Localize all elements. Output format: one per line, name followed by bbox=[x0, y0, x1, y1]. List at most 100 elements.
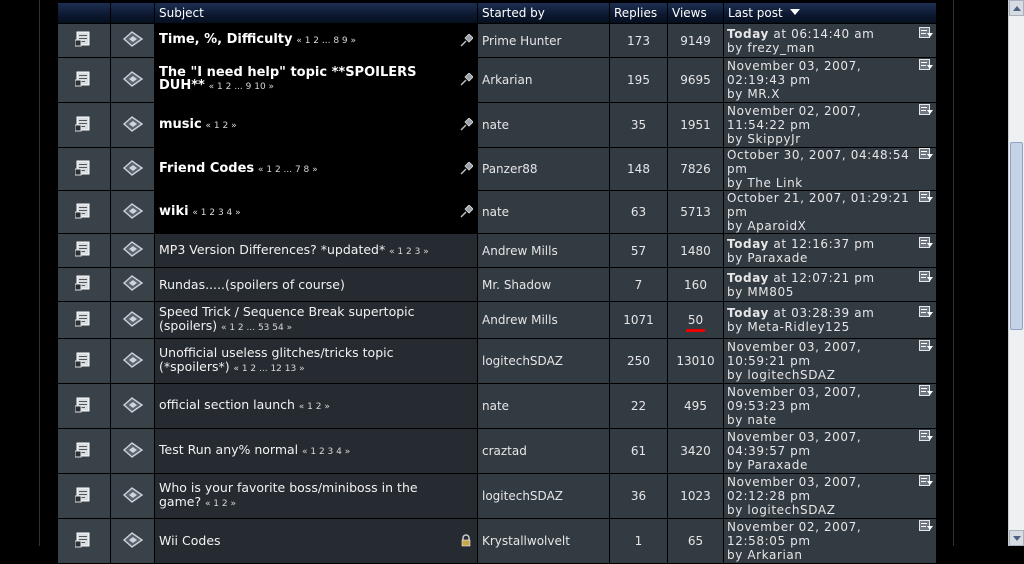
topic-starter-name[interactable]: nate bbox=[482, 399, 509, 413]
topic-row: Rundas.....(spoilers of course) Mr. Shad… bbox=[58, 268, 936, 301]
goto-last-post-icon[interactable] bbox=[919, 191, 933, 204]
topic-starter-name[interactable]: Mr. Shadow bbox=[482, 278, 551, 292]
topic-title-link[interactable]: official section launch bbox=[159, 397, 295, 412]
topic-page-links[interactable]: « 1 2 » bbox=[205, 499, 236, 509]
topic-starter-name[interactable]: logitechSDAZ bbox=[482, 354, 563, 368]
goto-last-post-icon[interactable] bbox=[919, 385, 933, 398]
vertical-scrollbar[interactable] bbox=[1008, 0, 1024, 546]
topic-page-links[interactable]: « 1 2 ... 12 13 » bbox=[233, 364, 304, 374]
last-post-author[interactable]: by The Link bbox=[727, 176, 803, 190]
topic-title-link[interactable]: Test Run any% normal bbox=[159, 442, 298, 457]
topic-starter-name[interactable]: Andrew Mills bbox=[482, 313, 558, 327]
goto-last-post-icon[interactable] bbox=[919, 430, 933, 443]
last-post-author[interactable]: by logitechSDAZ bbox=[727, 503, 836, 517]
goto-last-post-icon[interactable] bbox=[919, 104, 933, 117]
topic-starter[interactable]: Andrew Mills bbox=[478, 234, 609, 267]
topic-last-post: November 03, 2007, 09:53:23 pm by nate bbox=[724, 384, 936, 428]
topic-page-links[interactable]: « 1 2 ... 53 54 » bbox=[221, 323, 292, 333]
topic-icon-cell bbox=[58, 429, 110, 473]
topic-last-post: October 21, 2007, 01:29:21 pm by Aparoid… bbox=[724, 191, 936, 233]
goto-last-post-icon[interactable] bbox=[919, 236, 933, 250]
topic-title-link[interactable]: Time, %, Difficulty bbox=[159, 32, 293, 47]
goto-last-post-icon[interactable] bbox=[919, 26, 933, 40]
last-post-author[interactable]: by nate bbox=[727, 413, 777, 427]
topic-document-icon bbox=[74, 160, 90, 175]
topic-page-links[interactable]: « 1 2 3 4 » bbox=[302, 447, 350, 457]
header-last-post[interactable]: Last post bbox=[724, 3, 936, 23]
goto-last-post-icon[interactable] bbox=[919, 306, 933, 319]
topic-title-link[interactable]: music bbox=[159, 117, 202, 132]
scroll-down-button[interactable] bbox=[1009, 530, 1024, 546]
topic-starter-name[interactable]: craztad bbox=[482, 444, 527, 458]
topic-title-link[interactable]: Who is your favorite boss/miniboss in th… bbox=[159, 480, 418, 509]
header-started-by[interactable]: Started by bbox=[478, 3, 609, 23]
last-post-author[interactable]: by frezy_man bbox=[727, 41, 815, 55]
last-post-author[interactable]: by Arkarian bbox=[727, 548, 803, 562]
topic-page-links[interactable]: « 1 2 3 » bbox=[389, 247, 429, 257]
topic-page-links[interactable]: « 1 2 » bbox=[206, 121, 237, 131]
goto-last-post-icon[interactable] bbox=[919, 270, 933, 284]
topic-last-post: November 03, 2007, 02:12:28 pm by logite… bbox=[724, 474, 936, 518]
last-post-author[interactable]: by AparoidX bbox=[727, 219, 807, 233]
topic-starter[interactable]: nate bbox=[478, 191, 609, 233]
goto-last-post-icon[interactable] bbox=[919, 59, 933, 72]
last-post-author[interactable]: by Paraxade bbox=[727, 251, 808, 265]
topic-page-links[interactable]: « 1 2 » bbox=[299, 402, 330, 412]
topic-views: 13010 bbox=[668, 339, 723, 383]
replies-count: 173 bbox=[627, 33, 650, 48]
topic-title-link[interactable]: Rundas.....(spoilers of course) bbox=[159, 277, 345, 292]
topic-page-links[interactable]: « 1 2 ... 8 9 » bbox=[296, 36, 356, 46]
last-post-author[interactable]: by MM805 bbox=[727, 285, 794, 299]
topic-title-link[interactable]: wiki bbox=[159, 204, 189, 219]
topic-starter-name[interactable]: Panzer88 bbox=[482, 162, 538, 176]
topic-starter-name[interactable]: Arkarian bbox=[482, 73, 532, 87]
topic-starter-name[interactable]: Prime Hunter bbox=[482, 34, 561, 48]
last-post-author[interactable]: by SkippyJr bbox=[727, 132, 801, 146]
last-post-author[interactable]: by Paraxade bbox=[727, 458, 808, 472]
topic-starter[interactable]: Krystallwolvelt bbox=[478, 519, 609, 563]
topic-starter[interactable]: Mr. Shadow bbox=[478, 268, 609, 301]
header-subject[interactable]: Subject bbox=[155, 3, 477, 23]
scroll-thumb[interactable] bbox=[1010, 142, 1023, 330]
topic-starter-name[interactable]: nate bbox=[482, 205, 509, 219]
topic-title-link[interactable]: Friend Codes bbox=[159, 161, 254, 176]
topic-starter-name[interactable]: Andrew Mills bbox=[482, 244, 558, 258]
topic-subject-cell: wiki « 1 2 3 4 » bbox=[155, 191, 477, 233]
topic-starter[interactable]: logitechSDAZ bbox=[478, 474, 609, 518]
goto-last-post-icon[interactable] bbox=[919, 520, 933, 533]
topic-starter[interactable]: craztad bbox=[478, 429, 609, 473]
topic-starter-name[interactable]: nate bbox=[482, 118, 509, 132]
pin-icon bbox=[460, 162, 473, 175]
goto-last-post-icon[interactable] bbox=[919, 475, 933, 488]
topic-starter-name[interactable]: logitechSDAZ bbox=[482, 489, 563, 503]
topic-row: Who is your favorite boss/miniboss in th… bbox=[58, 474, 936, 518]
scroll-down-arrow-icon bbox=[1013, 536, 1021, 541]
topic-starter[interactable]: logitechSDAZ bbox=[478, 339, 609, 383]
topic-starter[interactable]: Arkarian bbox=[478, 58, 609, 102]
goto-last-post-icon[interactable] bbox=[919, 340, 933, 353]
topic-document-icon bbox=[74, 352, 90, 367]
topic-starter[interactable]: Andrew Mills bbox=[478, 302, 609, 338]
topic-starter[interactable]: Panzer88 bbox=[478, 148, 609, 190]
message-arrow-icon bbox=[122, 241, 143, 257]
topic-views: 495 bbox=[668, 384, 723, 428]
pin-icon bbox=[460, 205, 473, 218]
last-post-author[interactable]: by logitechSDAZ bbox=[727, 368, 836, 382]
topic-page-links[interactable]: « 1 2 ... 9 10 » bbox=[209, 82, 274, 92]
scroll-up-button[interactable] bbox=[1009, 0, 1024, 16]
header-views[interactable]: Views bbox=[668, 3, 723, 23]
topic-starter[interactable]: nate bbox=[478, 384, 609, 428]
goto-last-post-icon[interactable] bbox=[919, 148, 933, 161]
header-replies[interactable]: Replies bbox=[610, 3, 667, 23]
topic-page-links[interactable]: « 1 2 3 4 » bbox=[192, 208, 240, 218]
topic-title-link[interactable]: MP3 Version Differences? *updated* bbox=[159, 242, 385, 257]
last-post-date: at 12:07:21 pm bbox=[773, 270, 875, 285]
last-post-author[interactable]: by Meta-Ridley125 bbox=[727, 320, 850, 334]
last-post-author[interactable]: by MR.X bbox=[727, 87, 780, 101]
topic-starter[interactable]: nate bbox=[478, 103, 609, 147]
topic-page-links[interactable]: « 1 2 ... 7 8 » bbox=[258, 165, 318, 175]
topic-title-link[interactable]: The "I need help" topic **SPOILERS DUH** bbox=[159, 65, 417, 93]
message-arrow-icon bbox=[122, 31, 143, 47]
topic-last-post: November 03, 2007, 04:39:57 pm by Paraxa… bbox=[724, 429, 936, 473]
topic-starter[interactable]: Prime Hunter bbox=[478, 24, 609, 57]
